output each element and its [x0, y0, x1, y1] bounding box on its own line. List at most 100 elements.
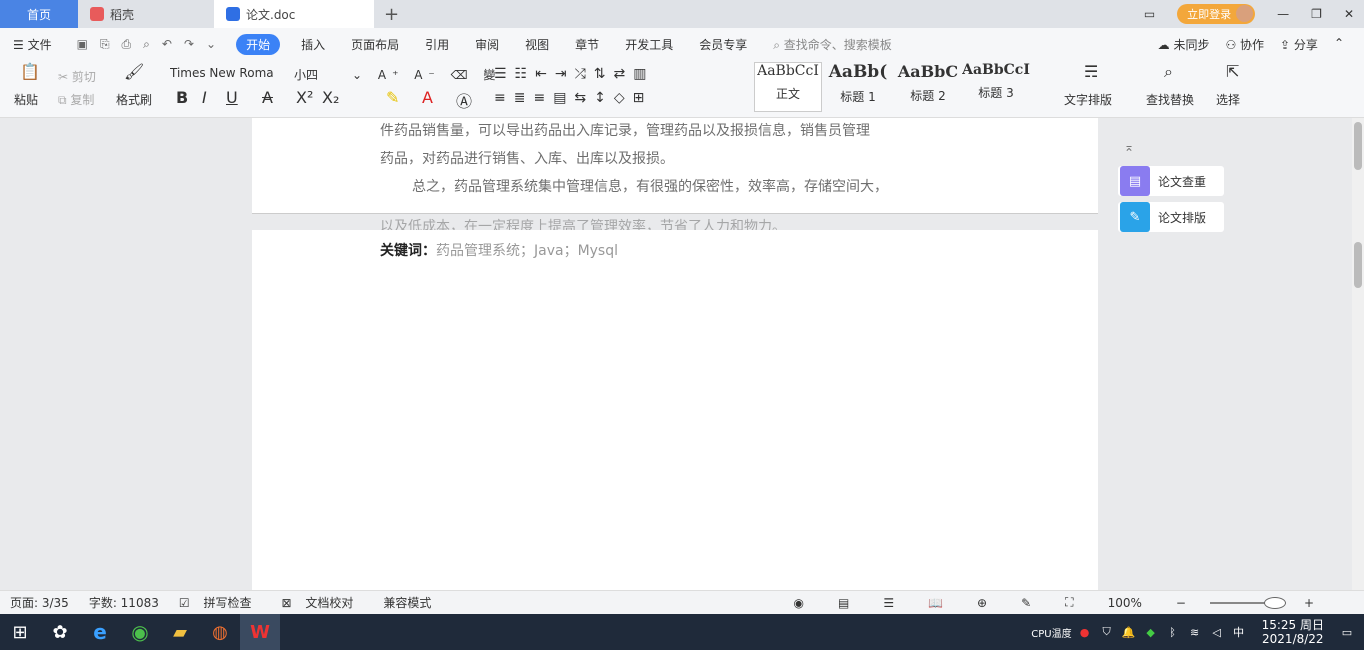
- collapse-ribbon-icon[interactable]: ⌃: [1334, 36, 1344, 53]
- text-border-icon[interactable]: Ⓐ: [456, 88, 472, 112]
- tab-document[interactable]: 论文.doc: [214, 0, 374, 28]
- web-view-icon[interactable]: ⊕: [967, 596, 997, 610]
- strikethrough-icon[interactable]: A: [262, 88, 273, 107]
- style-heading-1[interactable]: AaBb( 标题 1: [824, 62, 892, 112]
- cut-button[interactable]: ✂ 剪切: [58, 68, 96, 85]
- wifi-icon[interactable]: ≋: [1186, 623, 1204, 641]
- highlight-icon[interactable]: ✎: [386, 88, 399, 107]
- format-painter-icon[interactable]: 🖌: [124, 62, 144, 81]
- app-orange-icon[interactable]: ◍: [200, 614, 240, 650]
- paste-icon[interactable]: 📋: [20, 62, 40, 81]
- text-layout-button[interactable]: 文字排版: [1064, 91, 1112, 108]
- outline-view-icon[interactable]: ☰: [873, 596, 904, 610]
- write-mode-icon[interactable]: ✎: [1011, 596, 1041, 610]
- tab-chapter[interactable]: 章节: [562, 36, 612, 53]
- file-explorer-icon[interactable]: ▰: [160, 614, 200, 650]
- chevron-down-icon[interactable]: ⌄: [206, 37, 216, 52]
- preview-icon[interactable]: ⌕: [143, 37, 150, 52]
- tab-start[interactable]: 开始: [236, 33, 281, 55]
- new-tab-button[interactable]: +: [374, 4, 409, 25]
- minimize-icon[interactable]: —: [1277, 7, 1289, 21]
- scrollbar-thumb[interactable]: [1354, 242, 1362, 288]
- clock[interactable]: 15:25 周日 2021/8/22: [1252, 618, 1334, 646]
- restore-icon[interactable]: ❐: [1311, 7, 1322, 21]
- sync-button[interactable]: ☁ 未同步: [1158, 36, 1210, 53]
- paragraph-tools[interactable]: ☰☷⇤⇥⤮⇅⇄▥: [494, 66, 654, 82]
- tab-developer[interactable]: 开发工具: [612, 36, 686, 53]
- command-search[interactable]: ⌕ 查找命令、搜索模板: [760, 36, 905, 53]
- format-painter-button[interactable]: 格式刷: [116, 91, 152, 108]
- export-icon[interactable]: ⎘: [100, 37, 110, 52]
- share-button[interactable]: ⇪ 分享: [1280, 36, 1318, 53]
- zoom-in-button[interactable]: +: [1294, 596, 1324, 610]
- zoom-out-button[interactable]: −: [1166, 596, 1196, 610]
- tab-references[interactable]: 引用: [412, 36, 462, 53]
- side-panel-collapse-icon[interactable]: ⌅: [1124, 140, 1134, 154]
- find-replace-button[interactable]: 查找替换: [1146, 91, 1194, 108]
- reading-view-icon[interactable]: 📖: [918, 596, 953, 610]
- close-icon[interactable]: ✕: [1344, 7, 1354, 21]
- paper-format-button[interactable]: ✎ 论文排版: [1118, 202, 1224, 232]
- windows-start-icon[interactable]: ⊞: [0, 614, 40, 650]
- scrollbar-thumb-top[interactable]: [1354, 122, 1362, 170]
- font-color-icon[interactable]: A: [422, 88, 433, 107]
- zoom-slider[interactable]: [1209, 596, 1286, 609]
- wechat-icon[interactable]: ◆: [1142, 623, 1160, 641]
- font-tools[interactable]: ⌄ A⁺ A⁻ ⌫ 變: [352, 66, 501, 83]
- vertical-scrollbar[interactable]: [1352, 118, 1364, 590]
- collab-button[interactable]: ⚇ 协作: [1225, 36, 1264, 53]
- tray-app-icon[interactable]: ●: [1076, 623, 1094, 641]
- select-icon[interactable]: ⇱: [1226, 62, 1239, 81]
- style-heading-2[interactable]: AaBbC 标题 2: [894, 62, 962, 112]
- tab-review[interactable]: 审阅: [462, 36, 512, 53]
- copy-button[interactable]: ⧉ 复制: [58, 91, 94, 108]
- app-fan-icon[interactable]: ✿: [40, 614, 80, 650]
- bluetooth-icon[interactable]: ᛒ: [1164, 623, 1182, 641]
- tab-view[interactable]: 视图: [512, 36, 562, 53]
- wps-icon[interactable]: W: [240, 614, 280, 650]
- italic-icon[interactable]: I: [202, 88, 207, 107]
- login-button[interactable]: 立即登录: [1177, 4, 1256, 24]
- zoom-slider-knob[interactable]: [1263, 596, 1286, 609]
- volume-icon[interactable]: ◁: [1208, 623, 1226, 641]
- fit-page-icon[interactable]: ⛶: [1055, 595, 1083, 610]
- font-name-select[interactable]: Times New Roma: [170, 66, 290, 80]
- alignment-tools[interactable]: ≡≣≡▤⇆↕◇⊞: [494, 90, 652, 106]
- print-icon[interactable]: ⎙: [122, 37, 132, 52]
- layout-icon[interactable]: ▭: [1144, 7, 1155, 21]
- file-menu[interactable]: ☰ 文件: [0, 36, 65, 53]
- text-layout-icon[interactable]: ☴: [1084, 62, 1098, 81]
- style-normal[interactable]: AaBbCcI 正文: [754, 62, 822, 112]
- paste-button[interactable]: 粘贴: [14, 91, 38, 108]
- save-icon[interactable]: ▣: [77, 37, 88, 52]
- select-button[interactable]: 选择: [1216, 91, 1240, 108]
- word-count[interactable]: 字数: 11083: [79, 594, 169, 611]
- notification-bell-icon[interactable]: 🔔: [1120, 623, 1138, 641]
- proofread-button[interactable]: ⊠ 文档校对: [271, 594, 373, 611]
- browser-360-icon[interactable]: ◉: [120, 614, 160, 650]
- paper-check-button[interactable]: ▤ 论文查重: [1118, 166, 1224, 196]
- page-view-icon[interactable]: ▤: [828, 596, 859, 610]
- superscript-icon[interactable]: X²: [296, 88, 313, 107]
- page-indicator[interactable]: 页面: 3/35: [0, 594, 79, 611]
- tab-member[interactable]: 会员专享: [686, 36, 760, 53]
- bold-icon[interactable]: B: [176, 88, 188, 107]
- tab-page-layout[interactable]: 页面布局: [338, 36, 412, 53]
- subscript-icon[interactable]: X₂: [322, 88, 339, 107]
- undo-icon[interactable]: ↶: [162, 37, 172, 52]
- font-size-select[interactable]: 小四: [294, 66, 318, 83]
- ie-browser-icon[interactable]: e: [80, 614, 120, 650]
- tab-insert[interactable]: 插入: [288, 36, 338, 53]
- style-heading-3[interactable]: AaBbCcI 标题 3: [962, 62, 1030, 112]
- spell-check-button[interactable]: ☑ 拼写检查: [169, 594, 272, 611]
- find-replace-icon[interactable]: ⌕: [1164, 62, 1173, 82]
- action-center-icon[interactable]: ▭: [1338, 623, 1356, 641]
- underline-icon[interactable]: U: [226, 88, 238, 107]
- ime-indicator[interactable]: 中: [1230, 623, 1248, 641]
- tab-recent[interactable]: 稻壳: [78, 0, 214, 28]
- tab-home[interactable]: 首页: [0, 0, 78, 28]
- zoom-level[interactable]: 100%: [1098, 596, 1152, 610]
- shield-icon[interactable]: ⛉: [1098, 623, 1116, 641]
- eye-protect-icon[interactable]: ◉: [783, 596, 813, 610]
- redo-icon[interactable]: ↷: [184, 37, 194, 52]
